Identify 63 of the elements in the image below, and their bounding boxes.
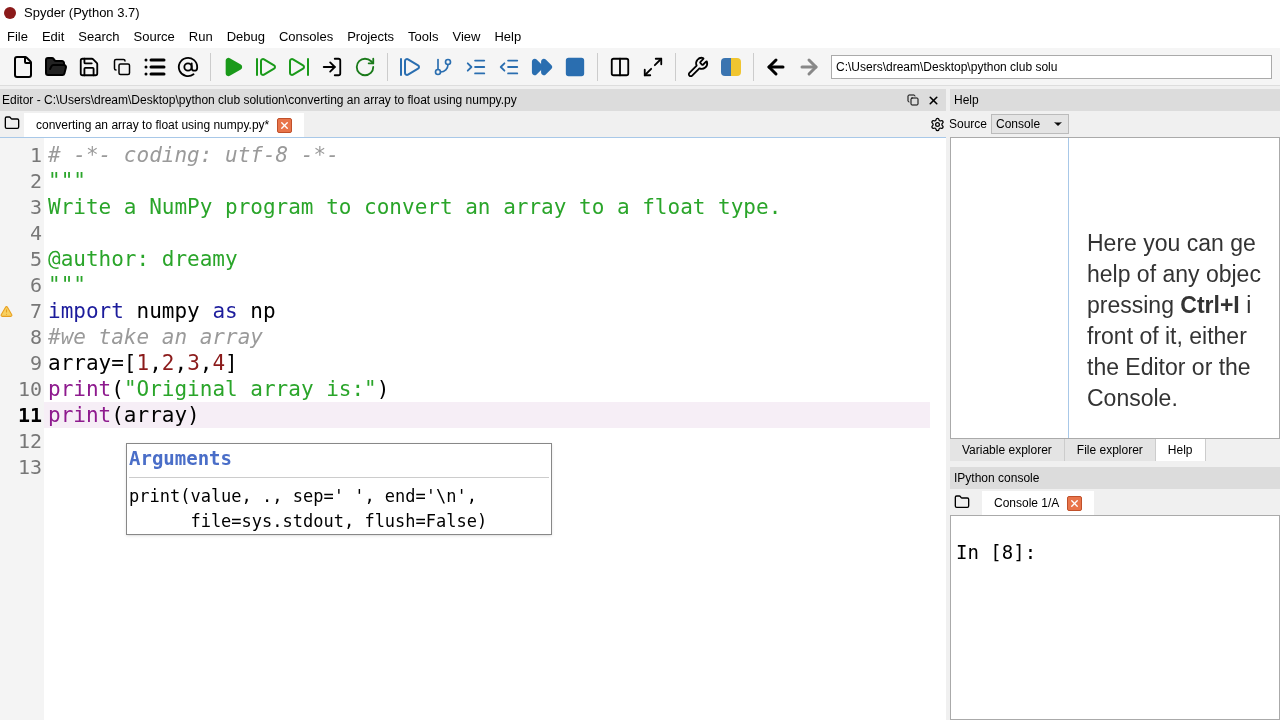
file-tab[interactable]: converting an array to float using numpy.py* — [24, 113, 305, 137]
code-line: Write a NumPy program to convert an array to a float type. — [48, 194, 782, 220]
line-number: 7 — [29, 298, 42, 325]
menu-item[interactable]: File — [0, 26, 35, 47]
calltip-signature: file=sys.stdout, flush=False) — [189, 509, 489, 533]
code-line: array=[1,2,3,4] — [48, 350, 238, 376]
source-label: Source — [949, 116, 988, 133]
help-text: the Editor or the — [1087, 353, 1252, 382]
menu-item[interactable]: Debug — [219, 26, 272, 47]
pane-title: Help — [954, 92, 979, 109]
menu-item[interactable]: Tools — [401, 26, 446, 47]
code-line: #we take an array — [48, 324, 263, 350]
line-number: 6 — [29, 272, 42, 299]
code-line: @author: dreamy — [48, 246, 238, 272]
app-icon — [4, 6, 16, 19]
code-line: print(array) — [48, 402, 200, 428]
line-number: 12 — [17, 428, 42, 455]
menu-item[interactable]: Consoles — [271, 26, 341, 47]
folder-icon[interactable] — [4, 115, 20, 131]
folder-icon[interactable] — [954, 494, 970, 510]
help-text: Console. — [1087, 384, 1179, 413]
help-text: Here you can ge — [1087, 229, 1257, 258]
code-line: # -*- coding: utf-8 -*- — [48, 142, 339, 168]
line-number: 13 — [17, 454, 42, 481]
menu-item[interactable]: View — [445, 26, 488, 47]
code-line: """ — [48, 272, 86, 298]
menu-item[interactable]: Search — [71, 26, 127, 47]
menu-item[interactable]: Projects — [340, 26, 402, 47]
close-icon[interactable] — [927, 93, 940, 107]
help-text: pressing Ctrl+I i — [1087, 291, 1253, 320]
line-number: 8 — [29, 324, 42, 351]
help-text: front of it, either — [1087, 322, 1248, 351]
console-tab[interactable]: Console 1/A — [982, 491, 1095, 515]
menu-item[interactable]: Source — [126, 26, 182, 47]
menu-item[interactable]: Help — [487, 26, 529, 47]
code-line: import numpy as np — [48, 298, 276, 324]
line-number: 1 — [29, 142, 42, 169]
menu-item[interactable]: Run — [181, 26, 220, 47]
calltip-title: Arguments — [129, 444, 549, 478]
calltip-signature: print(value, ., sep=' ', end='\n', — [129, 484, 478, 508]
line-number: 10 — [17, 376, 42, 403]
menu-item[interactable]: Edit — [34, 26, 72, 47]
pane-title: IPython console — [954, 470, 1040, 487]
line-number: 4 — [29, 220, 42, 247]
warning-icon — [0, 304, 13, 318]
pane-tab[interactable]: File explorer — [1064, 439, 1156, 461]
window-title: Spyder (Python 3.7) — [24, 3, 140, 22]
pane-tab[interactable]: Help — [1155, 439, 1206, 461]
pane-tab[interactable]: Variable explorer — [950, 439, 1065, 461]
help-text: help of any objec — [1087, 260, 1262, 289]
code-line: print("Original array is:") — [48, 376, 390, 402]
settings-icon[interactable] — [930, 116, 945, 132]
path-field[interactable]: C:\Users\dream\Desktop\python club solu — [831, 54, 1272, 79]
console-prompt: In [8]: — [956, 541, 1037, 563]
line-number: 3 — [29, 194, 42, 221]
line-number: 5 — [29, 246, 42, 273]
line-number: 9 — [29, 350, 42, 377]
source-dropdown[interactable]: Console — [991, 114, 1070, 134]
undock-icon[interactable] — [907, 93, 919, 107]
line-number: 11 — [17, 402, 42, 429]
editor-path: Editor - C:\Users\dream\Desktop\python club solution\converting an array to float using numpy.py — [2, 92, 517, 109]
line-number: 2 — [29, 168, 42, 195]
code-line: """ — [48, 168, 86, 194]
